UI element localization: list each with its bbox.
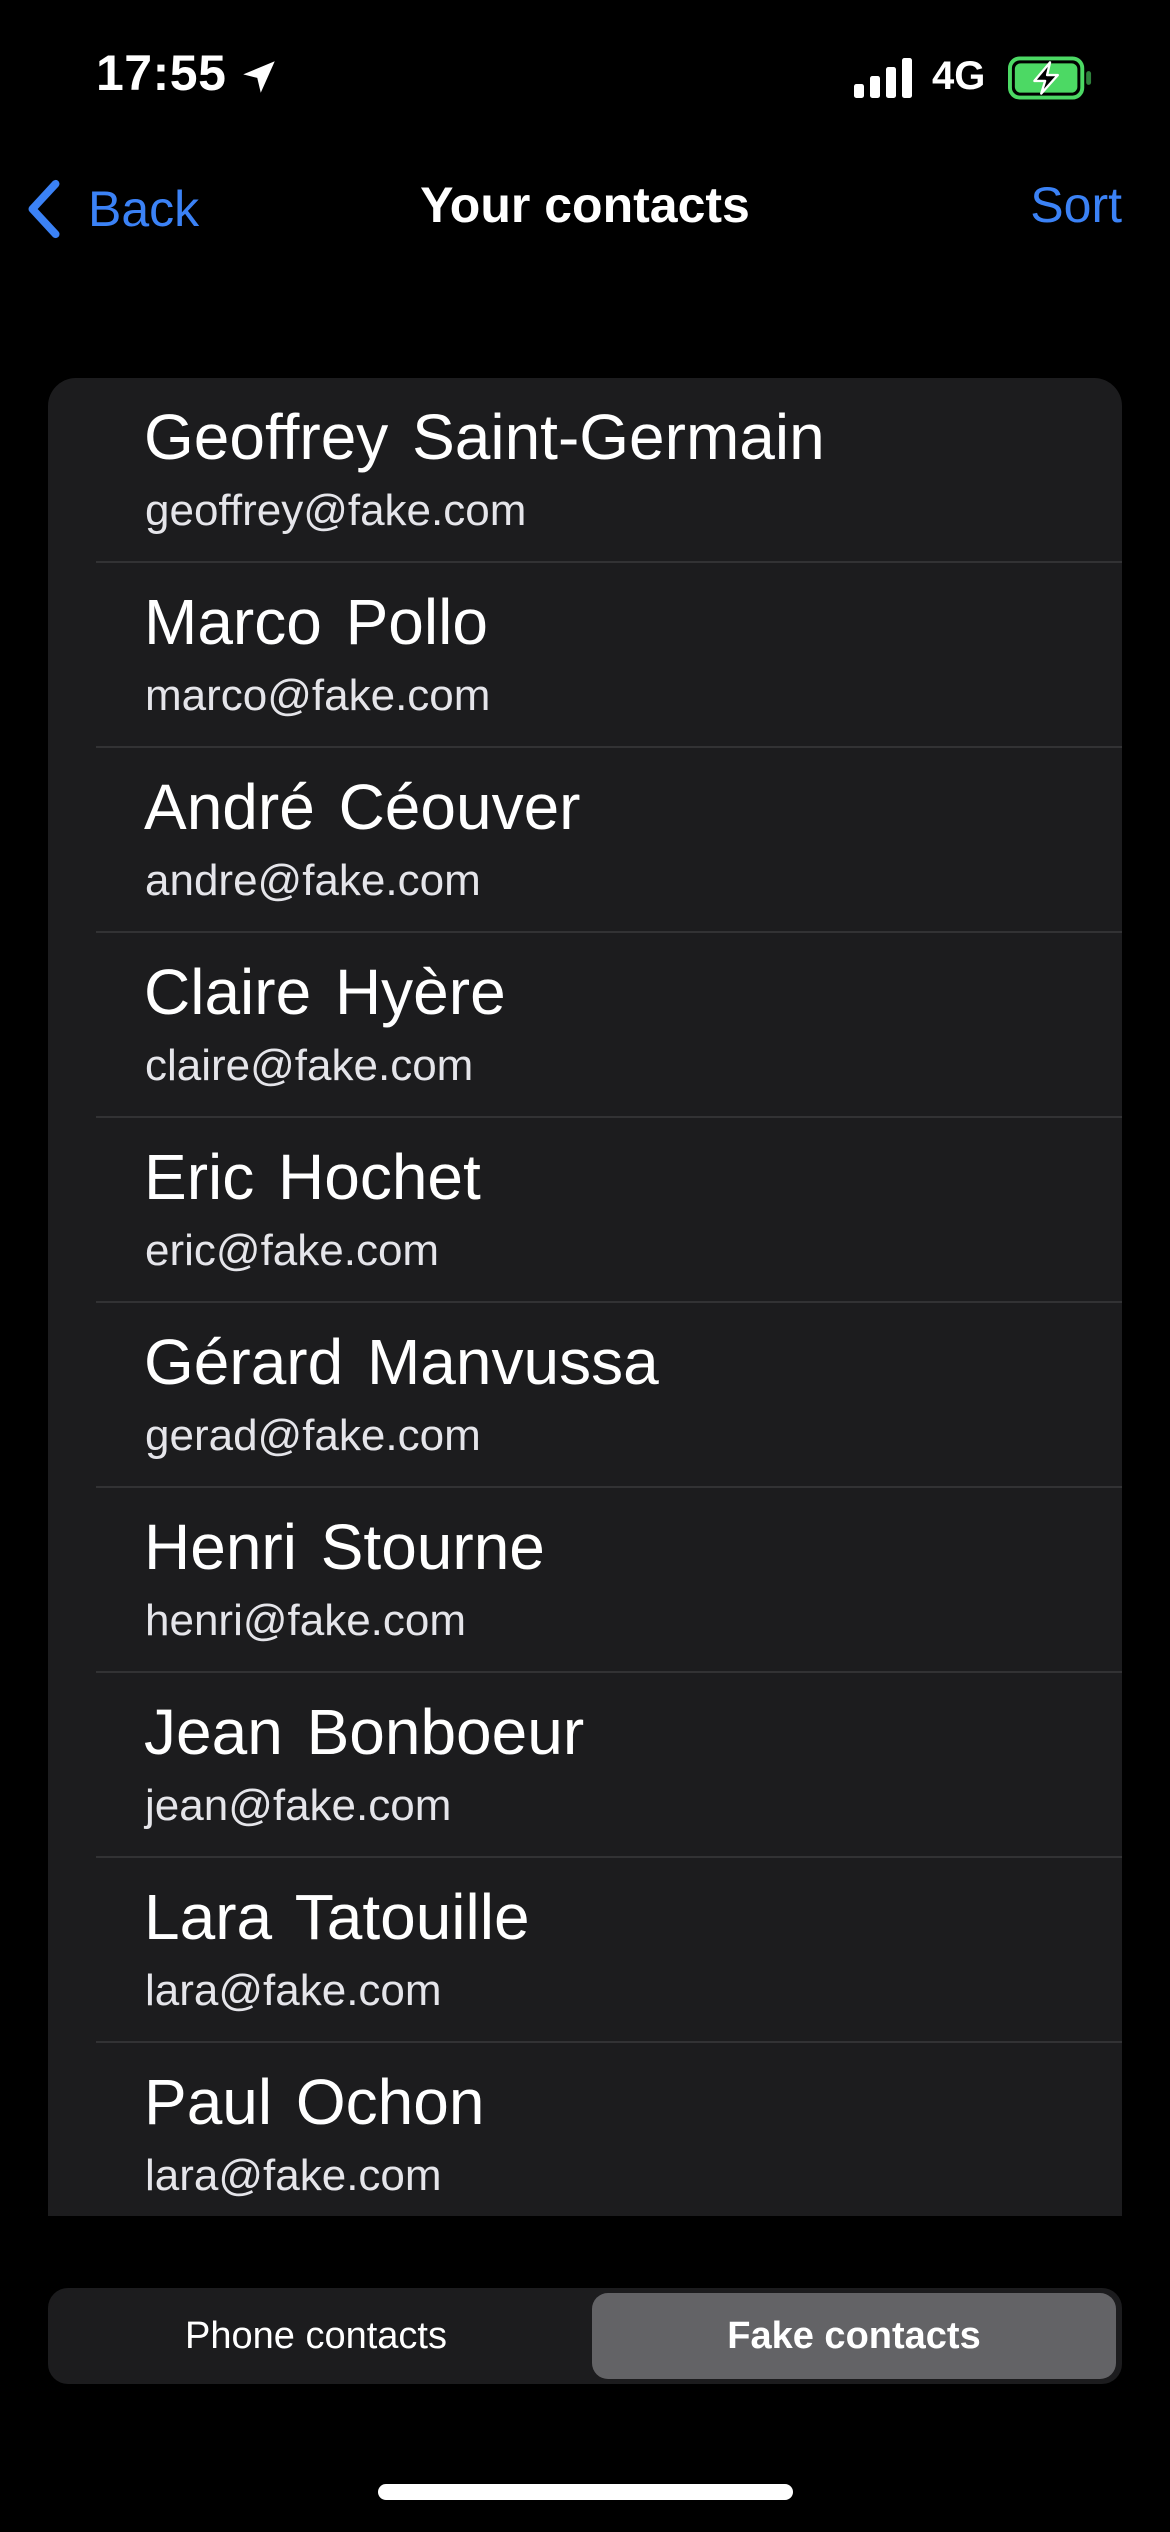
contact-name: Jean Bonboeur <box>144 1696 585 1768</box>
page-title: Your contacts <box>420 177 750 233</box>
sort-button[interactable]: Sort <box>1030 176 1122 234</box>
list-item[interactable]: Jean Bonboeur jean@fake.com <box>48 1673 1122 1858</box>
home-indicator[interactable] <box>378 2484 793 2500</box>
contact-email: lara@fake.com <box>145 2151 442 2200</box>
list-item[interactable]: Henri Stourne henri@fake.com <box>48 1488 1122 1673</box>
network-type: 4G <box>932 54 986 98</box>
cellular-signal-icon <box>854 58 912 98</box>
list-item[interactable]: Geoffrey Saint-Germain geoffrey@fake.com <box>48 378 1122 563</box>
list-item[interactable]: Gérard Manvussa gerad@fake.com <box>48 1303 1122 1488</box>
list-item[interactable]: Paul Ochon lara@fake.com <box>48 2043 1122 2216</box>
contact-name: Geoffrey Saint-Germain <box>144 401 825 473</box>
contact-name: Claire Hyère <box>144 956 506 1028</box>
contacts-source-segmented-control: Phone contacts Fake contacts <box>48 2288 1122 2384</box>
contact-email: eric@fake.com <box>145 1226 440 1275</box>
contact-name: Lara Tatouille <box>144 1881 530 1953</box>
contact-name: Eric Hochet <box>144 1141 481 1213</box>
list-item[interactable]: Claire Hyère claire@fake.com <box>48 933 1122 1118</box>
contact-email: andre@fake.com <box>145 856 481 905</box>
contact-email: lara@fake.com <box>145 1966 442 2015</box>
list-item[interactable]: Lara Tatouille lara@fake.com <box>48 1858 1122 2043</box>
status-bar: 17:55 4G <box>0 0 1170 150</box>
contact-name: Marco Pollo <box>144 586 488 658</box>
contact-email: geoffrey@fake.com <box>145 486 527 535</box>
contact-name: Gérard Manvussa <box>144 1326 659 1398</box>
list-item[interactable]: Eric Hochet eric@fake.com <box>48 1118 1122 1303</box>
list-item[interactable]: Marco Pollo marco@fake.com <box>48 563 1122 748</box>
contact-name: André Céouver <box>144 771 581 843</box>
list-item[interactable]: André Céouver andre@fake.com <box>48 748 1122 933</box>
contact-name: Paul Ochon <box>144 2066 485 2138</box>
contact-email: henri@fake.com <box>145 1596 467 1645</box>
contact-name: Henri Stourne <box>144 1511 545 1583</box>
segment-phone-contacts[interactable]: Phone contacts <box>53 2293 579 2379</box>
location-arrow-icon <box>243 61 275 93</box>
contact-email: marco@fake.com <box>145 671 491 720</box>
battery-charging-icon <box>1008 56 1092 100</box>
contact-email: jean@fake.com <box>145 1781 452 1830</box>
contact-email: claire@fake.com <box>145 1041 474 1090</box>
contact-email: gerad@fake.com <box>145 1411 481 1460</box>
status-time: 17:55 <box>96 45 227 101</box>
contacts-list: Geoffrey Saint-Germain geoffrey@fake.com… <box>48 378 1122 2216</box>
segment-fake-contacts[interactable]: Fake contacts <box>592 2293 1116 2379</box>
